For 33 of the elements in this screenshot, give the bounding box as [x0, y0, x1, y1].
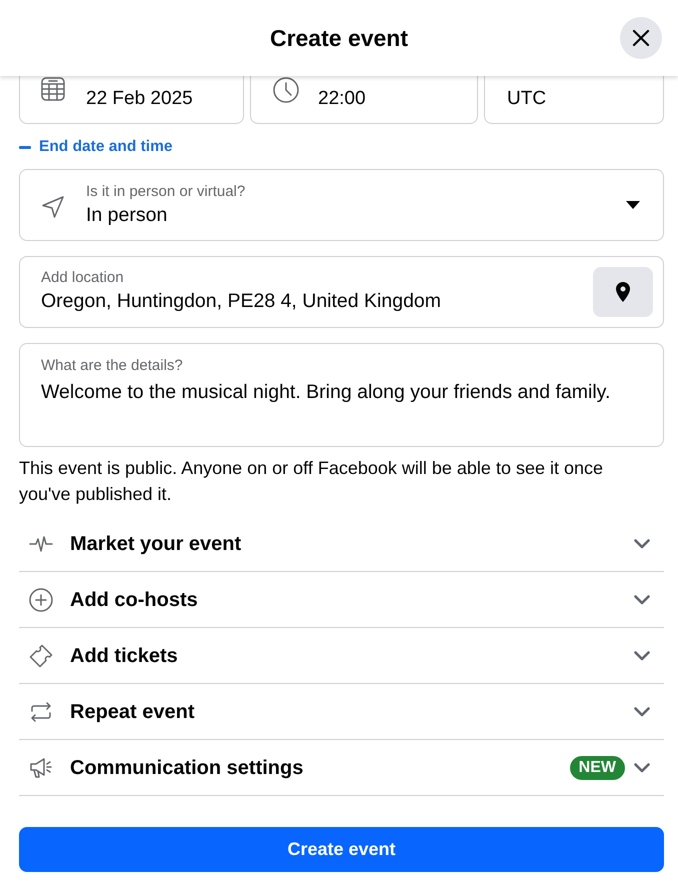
privacy-note: This event is public. Anyone on or off Facebook will be able to see it once you've published it.	[19, 457, 604, 506]
chevron-down-icon	[634, 650, 650, 660]
clock-icon	[273, 77, 299, 103]
plus-circle-icon	[29, 588, 53, 612]
location-field[interactable]: Add location Oregon, Huntingdon, PE28 4, United Kingdom	[19, 256, 664, 328]
date-field[interactable]: 22 Feb 2025	[19, 76, 244, 124]
section-row[interactable]: Add co-hosts	[19, 572, 664, 628]
repeat-icon	[29, 700, 53, 724]
map-pin-icon	[616, 282, 630, 302]
section-row[interactable]: Add tickets	[19, 628, 664, 684]
caret-down-icon	[626, 201, 640, 209]
end-date-time-toggle[interactable]: End date and time	[19, 137, 172, 157]
chevron-down-icon	[634, 594, 650, 604]
time-zone-field[interactable]: UTC	[484, 76, 664, 124]
calendar-icon	[41, 77, 65, 101]
section-row[interactable]: Market your event	[19, 516, 664, 572]
map-pin-button[interactable]	[593, 267, 653, 317]
megaphone-icon	[29, 756, 53, 780]
ticket-icon	[29, 644, 53, 668]
section-row[interactable]: Repeat event	[19, 684, 664, 740]
chevron-down-icon	[634, 706, 650, 716]
close-icon	[632, 29, 650, 47]
create-event-button[interactable]: Create event	[19, 827, 664, 872]
details-field[interactable]: What are the details? Welcome to the musical night. Bring along your friends and family.	[19, 343, 664, 447]
navigation-arrow-icon	[41, 195, 65, 219]
section-row[interactable]: Communication settings NEW	[19, 740, 664, 796]
new-badge: NEW	[570, 756, 625, 780]
time-field[interactable]: 22:00	[250, 76, 478, 124]
close-button[interactable]	[620, 17, 662, 59]
chevron-down-icon	[634, 538, 650, 548]
event-type-dropdown[interactable]: Is it in person or virtual? In person	[19, 169, 664, 241]
dialog-title: Create event	[270, 24, 408, 52]
chevron-down-icon	[634, 762, 650, 772]
